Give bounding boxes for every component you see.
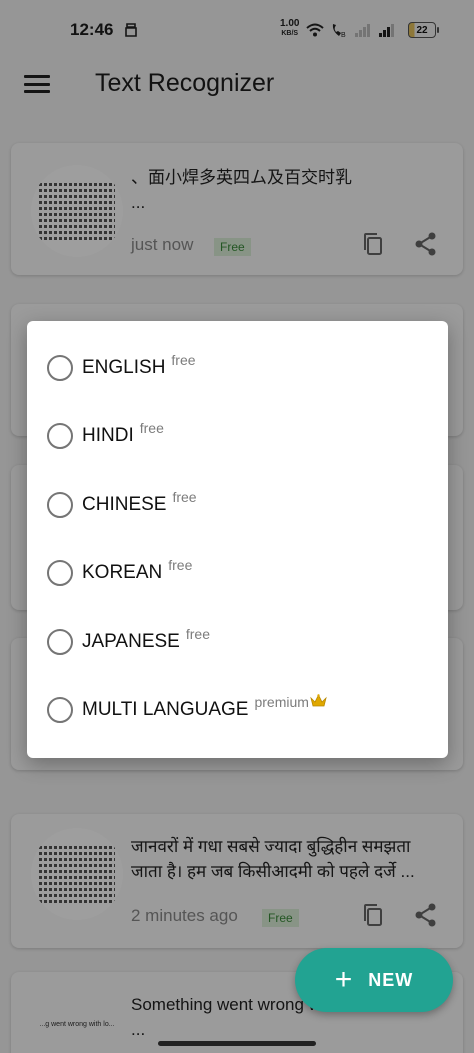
language-label: ENGLISH — [82, 357, 166, 378]
language-option-japanese[interactable]: JAPANESE free — [47, 622, 210, 662]
radio-button[interactable] — [47, 629, 73, 655]
language-label: JAPANESE — [82, 631, 180, 652]
radio-button[interactable] — [47, 697, 73, 723]
plan-tag: free — [172, 489, 197, 505]
language-label: CHINESE — [82, 494, 167, 515]
plan-tag: free — [185, 626, 210, 642]
plan-tag: free — [168, 557, 193, 573]
plan-tag: free — [139, 420, 164, 436]
language-option-hindi[interactable]: HINDI free — [47, 416, 164, 456]
language-label: HINDI — [82, 425, 134, 446]
language-label: MULTI LANGUAGE — [82, 699, 249, 720]
gesture-nav-handle[interactable] — [158, 1041, 316, 1046]
plan-tag: free — [171, 352, 196, 368]
new-scan-button[interactable]: + NEW — [295, 948, 453, 1012]
language-label: KOREAN — [82, 562, 163, 583]
language-option-english[interactable]: ENGLISH free — [47, 348, 196, 388]
language-option-chinese[interactable]: CHINESE free — [47, 485, 197, 525]
new-button-label: NEW — [368, 969, 414, 990]
radio-button[interactable] — [47, 560, 73, 586]
language-dialog: ENGLISH free HINDI free CHINESE free KOR… — [27, 321, 448, 758]
radio-button[interactable] — [47, 423, 73, 449]
language-option-multi-language[interactable]: MULTI LANGUAGE premium — [47, 690, 327, 730]
radio-button[interactable] — [47, 492, 73, 518]
plan-tag: premium — [254, 694, 309, 710]
plus-icon: + — [334, 963, 353, 996]
crown-icon — [310, 694, 327, 707]
radio-button[interactable] — [47, 355, 73, 381]
language-option-korean[interactable]: KOREAN free — [47, 553, 192, 593]
